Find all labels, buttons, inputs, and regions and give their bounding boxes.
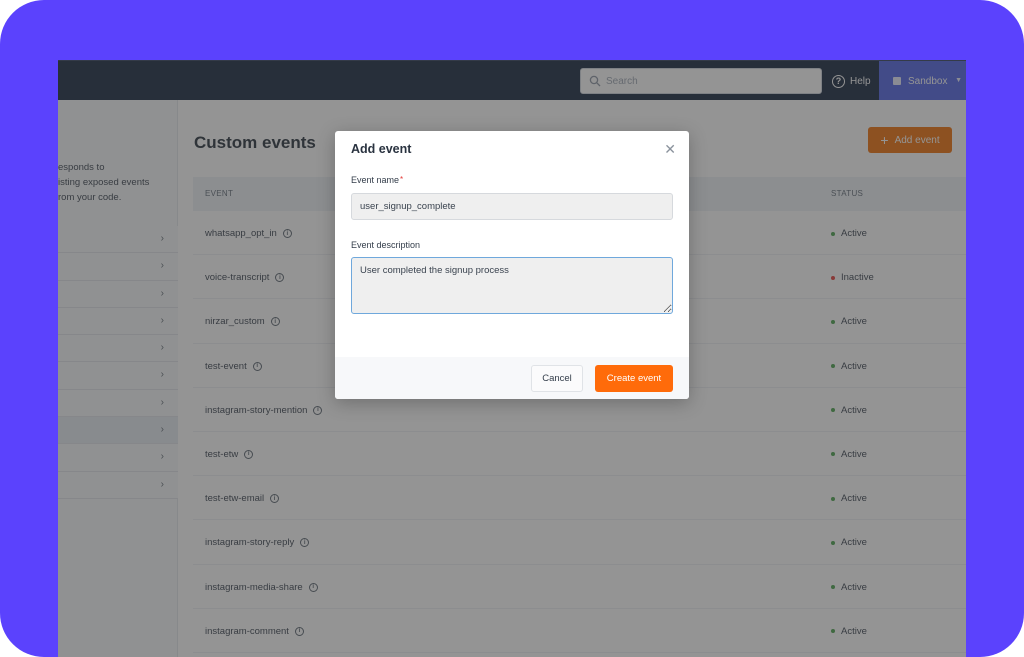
create-event-button[interactable]: Create event	[595, 365, 673, 392]
required-marker: *	[400, 175, 404, 184]
device-frame: ? Help Sandbox ▼ esponds to isting expos…	[0, 0, 1024, 657]
event-description-label: Event description	[351, 240, 421, 250]
add-event-dialog: Add event ✕ Event name* Event descriptio…	[335, 131, 689, 399]
dialog-title: Add event	[351, 142, 412, 156]
close-icon[interactable]: ✕	[664, 141, 676, 158]
event-name-label-text: Event name	[351, 175, 400, 185]
dialog-footer: Cancel Create event	[335, 357, 689, 399]
event-name-input[interactable]	[351, 193, 673, 220]
event-name-label: Event name*	[351, 175, 403, 185]
app-screen: ? Help Sandbox ▼ esponds to isting expos…	[58, 60, 966, 657]
cancel-button[interactable]: Cancel	[531, 365, 583, 392]
event-description-textarea[interactable]: User completed the signup process	[351, 257, 673, 314]
